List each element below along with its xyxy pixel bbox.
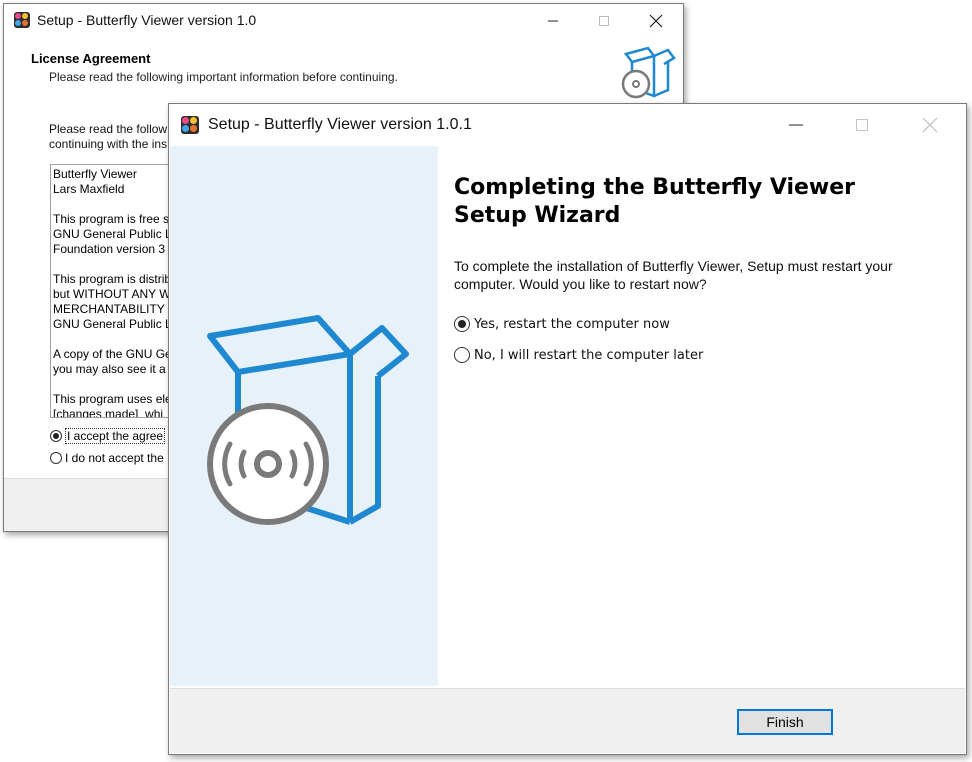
window-title: Setup - Butterfly Viewer version 1.0.1 <box>208 116 472 133</box>
window-title: Setup - Butterfly Viewer version 1.0 <box>37 12 257 28</box>
wizard-title: Completing the Butterfly Viewer Setup Wi… <box>454 175 856 228</box>
maximize-button[interactable] <box>581 6 627 36</box>
accept-radio-option[interactable]: I accept the agree <box>50 428 166 444</box>
close-icon <box>649 14 663 28</box>
page-subtitle: Please read the following important info… <box>49 70 398 84</box>
restart-later-label: No, I will restart the computer later <box>474 347 704 363</box>
radio-unselected[interactable] <box>50 452 62 464</box>
maximize-icon <box>599 16 609 26</box>
minimize-icon <box>548 20 558 22</box>
app-icon <box>14 12 30 28</box>
title-bar[interactable]: Setup - Butterfly Viewer version 1.0.1 <box>169 104 966 144</box>
maximize-button[interactable] <box>839 110 885 140</box>
minimize-button[interactable] <box>530 6 576 36</box>
page-title: License Agreement <box>31 51 151 66</box>
close-button[interactable] <box>633 6 679 36</box>
finish-button[interactable]: Finish <box>737 709 833 735</box>
close-icon <box>922 117 938 133</box>
radio-selected[interactable] <box>454 316 470 332</box>
maximize-icon <box>856 119 868 131</box>
decline-radio-option[interactable]: I do not accept the <box>50 451 164 465</box>
app-icon <box>181 116 199 134</box>
restart-now-label: Yes, restart the computer now <box>474 316 670 332</box>
wizard-side-panel <box>170 146 438 686</box>
accept-label: I accept the agree <box>65 428 166 444</box>
finish-setup-window: Setup - Butterfly Viewer version 1.0.1 C… <box>168 103 967 755</box>
wizard-footer: Finish <box>170 688 965 753</box>
restart-later-option[interactable]: No, I will restart the computer later <box>454 347 703 363</box>
restart-now-option[interactable]: Yes, restart the computer now <box>454 316 670 332</box>
minimize-button[interactable] <box>773 110 819 140</box>
radio-unselected[interactable] <box>454 347 470 363</box>
setup-box-illustration <box>207 315 409 525</box>
decline-label: I do not accept the <box>65 451 164 465</box>
radio-selected[interactable] <box>50 430 62 442</box>
restart-message: To complete the installation of Butterfl… <box>454 258 893 292</box>
close-button[interactable] <box>907 110 953 140</box>
setup-box-icon <box>621 46 676 99</box>
title-bar[interactable]: Setup - Butterfly Viewer version 1.0 <box>4 4 683 36</box>
minimize-icon <box>789 124 803 126</box>
